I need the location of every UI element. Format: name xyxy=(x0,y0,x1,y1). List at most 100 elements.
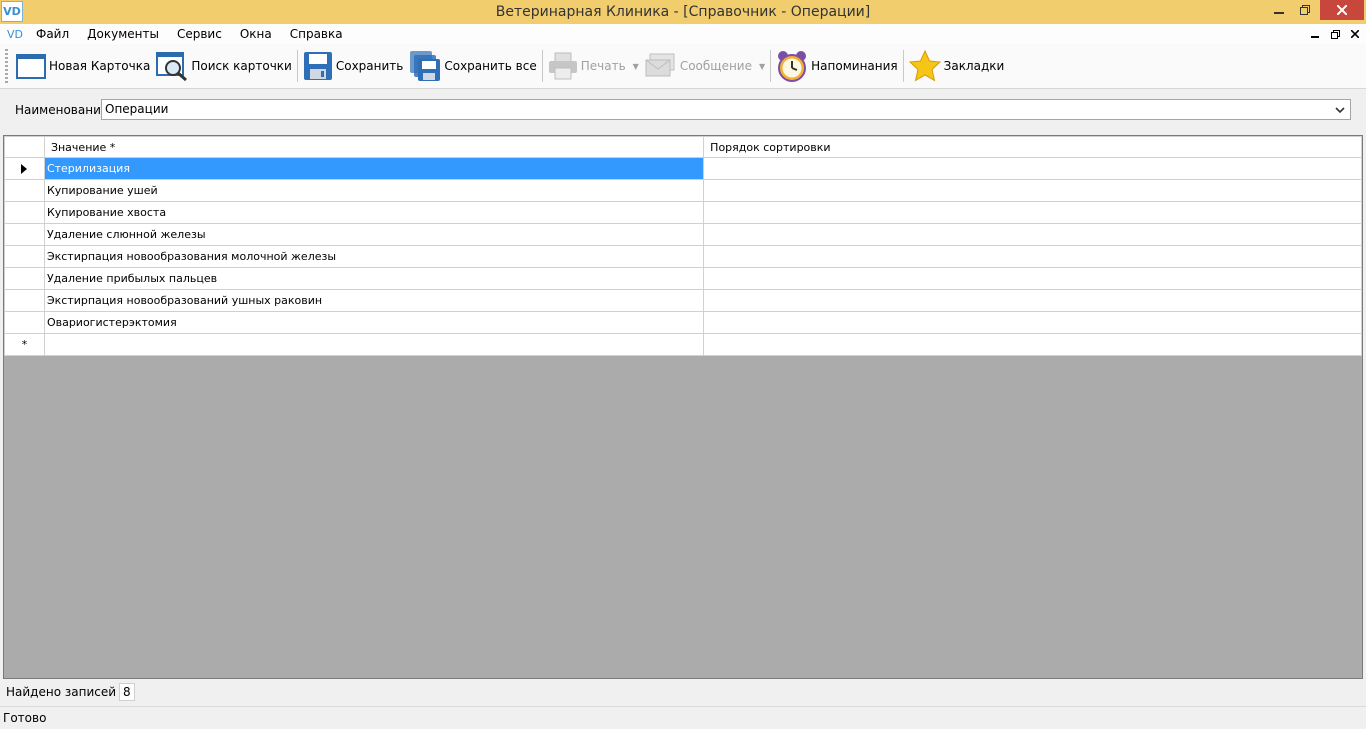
row-header[interactable] xyxy=(4,245,45,268)
chevron-down-icon[interactable] xyxy=(1333,103,1347,117)
restore-button[interactable] xyxy=(1294,0,1316,20)
grid-table: Значение * Порядок сортировки Стерилизац… xyxy=(4,136,1362,356)
status-bar: Готово xyxy=(0,706,1366,729)
mdi-controls xyxy=(1308,24,1362,44)
filter-panel: Наименование Операции xyxy=(0,89,1366,135)
cell-sort-order[interactable] xyxy=(703,289,1362,312)
minimize-icon xyxy=(1274,12,1284,14)
menu-documents[interactable]: Документы xyxy=(78,24,168,44)
cell-value[interactable]: Купирование хвоста xyxy=(43,201,705,224)
row-header[interactable]: * xyxy=(4,333,45,356)
message-label: Сообщение xyxy=(679,59,752,73)
toolbar-separator xyxy=(902,50,904,82)
cell-value[interactable]: Купирование ушей xyxy=(43,179,705,202)
status-text: Готово xyxy=(3,711,47,725)
reminders-button[interactable]: Напоминания xyxy=(773,48,900,84)
envelope-icon xyxy=(645,53,675,77)
cell-sort-order[interactable] xyxy=(703,267,1362,290)
current-row-arrow-icon xyxy=(21,163,28,174)
bookmarks-label: Закладки xyxy=(943,59,1005,73)
cell-sort-order[interactable] xyxy=(703,245,1362,268)
save-icon xyxy=(303,52,332,80)
mdi-minimize-button[interactable] xyxy=(1308,27,1322,41)
cell-value-new[interactable] xyxy=(43,333,705,356)
menu-help[interactable]: Справка xyxy=(281,24,352,44)
menu-app-icon[interactable]: VD xyxy=(3,28,27,41)
cell-value[interactable]: Экстирпация новообразований ушных ракови… xyxy=(43,289,705,312)
printer-icon xyxy=(548,52,577,80)
new-row[interactable]: * xyxy=(4,333,1362,356)
menu-bar: VD Файл Документы Сервис Окна Справка xyxy=(0,24,1366,44)
row-header-corner[interactable] xyxy=(4,136,45,158)
print-dropdown-icon[interactable]: ▼ xyxy=(633,62,639,71)
found-records-bar: Найдено записей 8 xyxy=(0,680,1366,704)
table-row[interactable]: Овариогистерэктомия xyxy=(4,311,1362,334)
mdi-restore-button[interactable] xyxy=(1328,27,1342,41)
column-header-value[interactable]: Значение * xyxy=(43,136,705,158)
save-button[interactable]: Сохранить xyxy=(300,48,407,84)
cell-sort-order[interactable] xyxy=(703,201,1362,224)
message-button[interactable]: Сообщение ▼ xyxy=(642,48,768,84)
menu-service[interactable]: Сервис xyxy=(168,24,231,44)
menu-windows[interactable]: Окна xyxy=(231,24,281,44)
found-records-count: 8 xyxy=(119,683,135,701)
table-row[interactable]: Экстирпация новообразований ушных ракови… xyxy=(4,289,1362,312)
title-bar[interactable]: Ветеринарная Клиника - [Справочник - Опе… xyxy=(0,0,1366,24)
cell-value[interactable]: Стерилизация xyxy=(43,157,705,180)
menu-file[interactable]: Файл xyxy=(27,24,78,44)
row-header[interactable] xyxy=(4,267,45,290)
new-card-label: Новая Карточка xyxy=(49,59,151,73)
row-header[interactable] xyxy=(4,179,45,202)
print-button[interactable]: Печать ▼ xyxy=(545,48,642,84)
cell-sort-order[interactable] xyxy=(703,311,1362,334)
table-row[interactable]: Купирование ушей xyxy=(4,179,1362,202)
save-all-label: Сохранить все xyxy=(444,59,537,73)
grid-header-row: Значение * Порядок сортировки xyxy=(4,136,1362,158)
save-all-button[interactable]: Сохранить все xyxy=(406,48,539,84)
cell-value[interactable]: Удаление прибылых пальцев xyxy=(43,267,705,290)
mdi-close-button[interactable] xyxy=(1348,27,1362,41)
app-logo[interactable]: VD xyxy=(1,1,23,22)
name-filter-label: Наименование xyxy=(15,103,109,117)
new-card-button[interactable]: Новая Карточка xyxy=(13,48,153,84)
toolbar-separator xyxy=(296,50,298,82)
new-card-icon xyxy=(16,54,46,79)
cell-sort-order[interactable] xyxy=(703,157,1362,180)
table-row[interactable]: Купирование хвоста xyxy=(4,201,1362,224)
close-icon xyxy=(1351,30,1359,38)
cell-sort-order[interactable] xyxy=(703,223,1362,246)
column-header-sort-order[interactable]: Порядок сортировки xyxy=(703,136,1362,158)
search-card-button[interactable]: Поиск карточки xyxy=(153,48,295,84)
window-title: Ветеринарная Клиника - [Справочник - Опе… xyxy=(495,4,871,20)
row-header[interactable] xyxy=(4,201,45,224)
row-header[interactable] xyxy=(4,157,45,180)
cell-sort-order-new[interactable] xyxy=(703,333,1362,356)
minimize-icon xyxy=(1311,36,1319,38)
search-card-icon xyxy=(156,52,188,81)
table-row[interactable]: Экстирпация новообразования молочной жел… xyxy=(4,245,1362,268)
bookmarks-button[interactable]: Закладки xyxy=(906,48,1008,84)
table-row[interactable]: Удаление слюнной железы xyxy=(4,223,1362,246)
found-records-label: Найдено записей xyxy=(6,685,117,699)
toolbar-grip[interactable] xyxy=(5,49,8,83)
row-header[interactable] xyxy=(4,289,45,312)
cell-value[interactable]: Овариогистерэктомия xyxy=(43,311,705,334)
star-icon xyxy=(908,50,941,82)
search-card-label: Поиск карточки xyxy=(191,59,292,73)
data-grid[interactable]: Значение * Порядок сортировки Стерилизац… xyxy=(3,135,1363,679)
toolbar-separator xyxy=(541,50,543,82)
cell-value[interactable]: Удаление слюнной железы xyxy=(43,223,705,246)
table-row[interactable]: Удаление прибылых пальцев xyxy=(4,267,1362,290)
cell-value[interactable]: Экстирпация новообразования молочной жел… xyxy=(43,245,705,268)
cell-sort-order[interactable] xyxy=(703,179,1362,202)
name-filter-select[interactable]: Операции xyxy=(101,99,1351,120)
close-button[interactable] xyxy=(1320,0,1364,20)
toolbar: Новая Карточка Поиск карточки Сохранить … xyxy=(0,44,1366,89)
row-header[interactable] xyxy=(4,223,45,246)
row-header[interactable] xyxy=(4,311,45,334)
minimize-button[interactable] xyxy=(1268,0,1290,20)
table-row[interactable]: Стерилизация xyxy=(4,157,1362,180)
close-icon xyxy=(1337,5,1347,15)
message-dropdown-icon[interactable]: ▼ xyxy=(759,62,765,71)
alarm-clock-icon xyxy=(778,51,807,82)
